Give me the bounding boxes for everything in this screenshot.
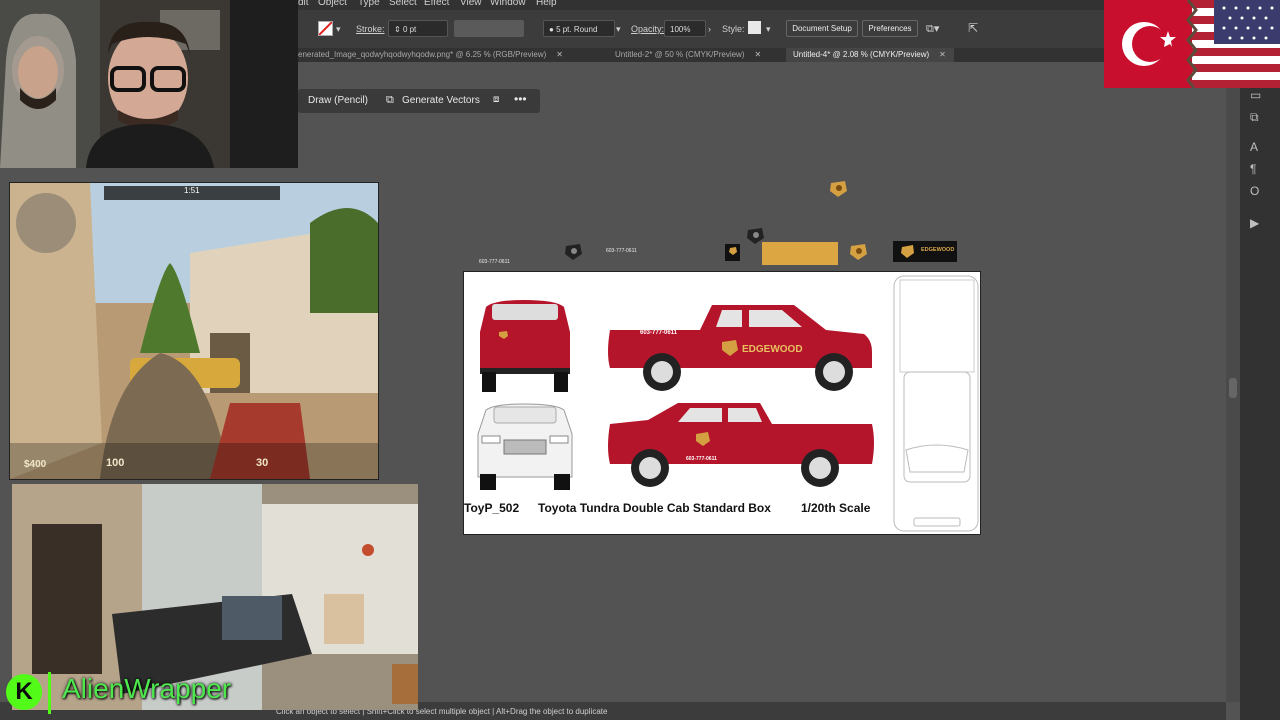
play-icon[interactable]: ▶ [1250,216,1259,230]
turkey-usa-flag-image [1104,0,1280,88]
stroke-swatch[interactable] [318,21,333,36]
panel-dock: ▭ ⧉ A ¶ O ▶ [1240,88,1280,720]
truck-phone-text: 603-777-0611 [640,330,678,336]
truck-top-view[interactable] [893,275,979,532]
menu-view[interactable]: View [460,0,482,8]
character-icon[interactable]: A [1250,140,1258,154]
brush-definition-field[interactable]: ● 5 pt. Round [543,20,615,37]
opacity-field[interactable]: 100% [664,20,706,37]
tab-untitled-4[interactable]: Untitled-4* @ 2.08 % (CMYK/Preview) ✕ [786,48,954,62]
style-swatch[interactable] [748,21,761,34]
export-icon[interactable]: ⇱ [968,21,978,35]
stroke-weight-field[interactable]: ⇕ 0 pt [388,20,448,37]
truck-rear-red[interactable] [480,300,570,392]
stream-brand-overlay: K AlienWrapper [0,670,270,716]
menu-help[interactable]: Help [536,0,557,8]
webcam-feed [0,0,298,168]
stroke-label: Stroke: [356,24,385,34]
no-fill-icon [318,21,333,36]
tab-generated-image[interactable]: enerated_Image_qodwyhqodwyhqodw.png* @ 6… [298,48,563,62]
close-icon[interactable]: ✕ [755,50,762,59]
money-label: $400 [24,459,47,470]
kick-logo-icon: K [6,674,42,710]
round-timer: 1:51 [184,186,200,195]
vertical-scrollbar[interactable] [1226,88,1240,702]
stroke-weight-value: 0 pt [402,25,417,34]
chevron-right-icon[interactable]: › [708,24,711,34]
document-setup-button[interactable]: Document Setup [786,20,858,37]
divider [48,672,51,714]
flag-overlay [1104,0,1280,88]
opentype-icon[interactable]: O [1250,184,1259,198]
menu-edit[interactable]: dit [298,0,309,8]
game-scene [10,183,378,479]
menu-type[interactable]: Type [358,0,380,8]
truck-side-passenger[interactable]: 603-777-0611 [608,403,874,487]
chevron-down-icon[interactable]: ▾ [616,24,621,35]
eagle-logo-gold [901,245,914,258]
image-settings-icon[interactable]: ⧈ [493,94,499,105]
phone-small-label-2[interactable]: 603-777-0611 [606,248,637,254]
artboard-vehicle-template[interactable]: EDGEWOOD 603-777-0611 603-777-0611 ToyP_… [463,271,981,535]
truck-side-driver[interactable]: EDGEWOOD 603-777-0611 [608,305,872,391]
style-label: Style: [722,24,745,34]
chevron-down-icon[interactable]: ▾ [336,24,341,35]
caption-code: ToyP_502 [464,501,520,515]
health-label: 100 [106,457,125,469]
truck-phone-text-2: 603-777-0611 [686,456,717,462]
menu-object[interactable]: Object [318,0,347,8]
opacity-label: Opacity: [631,24,665,34]
game-feed: 1:51 $400 100 30 [9,182,379,480]
contextual-task-bar: Draw (Pencil) ⧉ Generate Vectors ⧈ ••• [298,89,540,113]
brush-value: 5 pt. Round [556,25,598,34]
edgewood-logo-plate[interactable]: EDGEWOOD [893,241,957,262]
paragraph-icon[interactable]: ¶ [1250,162,1256,176]
radar-minimap [16,193,76,253]
eagle-logo-gold[interactable] [850,244,867,260]
more-icon[interactable]: ••• [514,92,527,106]
webcam-scene [0,0,298,168]
artboards-icon[interactable]: ⧉ [1250,110,1259,125]
truck-brand-text: EDGEWOOD [742,344,803,355]
draw-pencil-button[interactable]: Draw (Pencil) [308,95,368,106]
arrange-icon[interactable]: ⧉▾ [926,22,939,36]
gold-color-plate[interactable] [762,242,838,265]
menu-select[interactable]: Select [389,0,417,8]
close-icon[interactable]: ✕ [556,50,563,59]
plate-text: EDGEWOOD [921,247,955,253]
tab-label: enerated_Image_qodwyhqodwyhqodw.png* @ 6… [298,50,547,59]
eagle-logo-dark[interactable] [565,244,582,260]
vector-icon: ⧉ [386,94,394,106]
menu-window[interactable]: Window [490,0,526,8]
scroll-thumb[interactable] [1229,378,1237,398]
variable-width-profile[interactable] [454,20,524,37]
caption-model: Toyota Tundra Double Cab Standard Box [538,501,771,515]
truck-front-white[interactable] [477,403,573,490]
vehicle-wrap-artwork: EDGEWOOD 603-777-0611 603-777-0611 [477,275,979,532]
phone-small-label[interactable]: 603-777-0611 [479,259,510,265]
close-icon[interactable]: ✕ [939,50,946,59]
preferences-button[interactable]: Preferences [862,20,918,37]
eagle-logo-gold[interactable] [830,181,847,197]
caption-scale: 1/20th Scale [801,501,871,515]
menu-effect[interactable]: Effect [424,0,449,8]
generate-vectors-button[interactable]: Generate Vectors [402,95,480,106]
ammo-label: 30 [256,457,269,469]
tab-label: Untitled-4* @ 2.08 % (CMYK/Preview) [793,50,930,59]
layers-icon[interactable]: ▭ [1250,88,1261,102]
tab-untitled-2[interactable]: Untitled-2* @ 50 % (CMYK/Preview) ✕ [615,48,761,62]
brand-name: AlienWrapper [62,673,232,704]
chevron-down-icon[interactable]: ▾ [766,24,771,35]
tab-label: Untitled-2* @ 50 % (CMYK/Preview) [615,50,745,59]
